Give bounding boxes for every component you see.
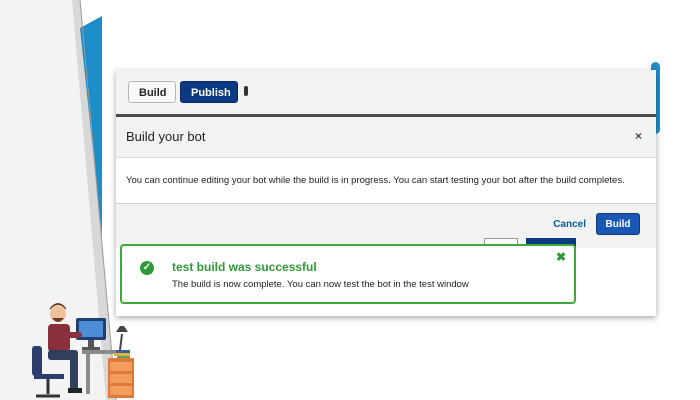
- modal-message: You can continue editing your bot while …: [126, 175, 625, 186]
- notification-title: test build was successful: [172, 260, 317, 274]
- modal-build-button[interactable]: Build: [596, 213, 640, 235]
- person-at-computer-illustration: [32, 303, 134, 398]
- close-icon[interactable]: ×: [635, 129, 642, 143]
- top-toolbar: Build Publish: [116, 70, 656, 117]
- cancel-button[interactable]: Cancel: [553, 219, 586, 230]
- publish-button[interactable]: Publish: [180, 81, 238, 103]
- more-options-icon[interactable]: [244, 86, 248, 96]
- close-icon[interactable]: ✖: [556, 250, 566, 264]
- notification-message: The build is now complete. You can now t…: [172, 279, 469, 290]
- modal-body: You can continue editing your bot while …: [116, 158, 656, 202]
- modal-title: Build your bot: [126, 129, 206, 144]
- modal-header: Build your bot ×: [116, 117, 656, 158]
- build-button[interactable]: Build: [128, 81, 176, 103]
- success-notification: ✓ test build was successful The build is…: [120, 244, 576, 304]
- check-circle-icon: ✓: [140, 261, 154, 275]
